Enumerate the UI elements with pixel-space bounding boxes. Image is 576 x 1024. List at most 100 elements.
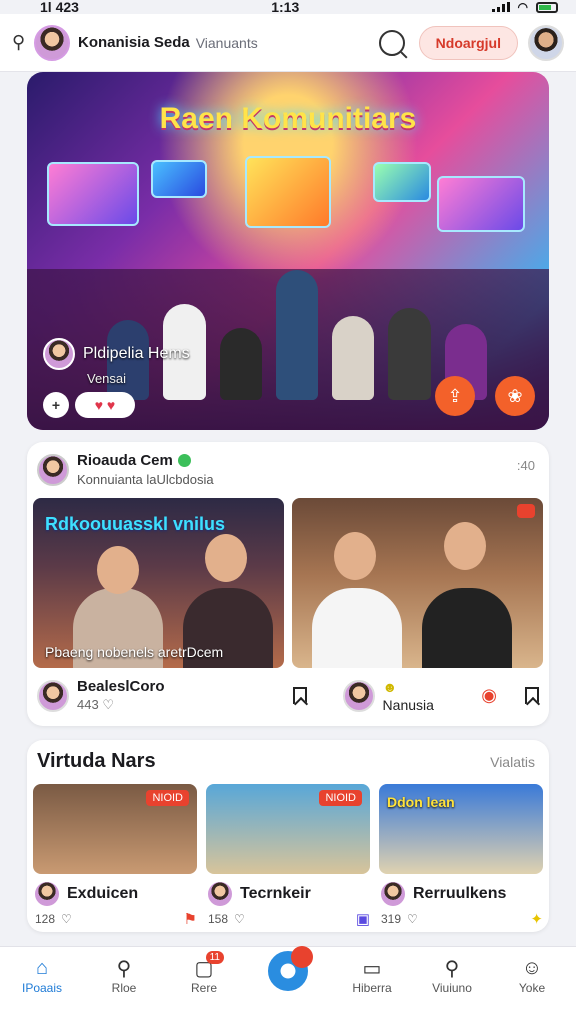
status-bar: 1l 423 1:13 ◠: [0, 0, 576, 15]
tile-image: NIOID: [206, 784, 370, 874]
user-avatar[interactable]: [37, 679, 69, 712]
system-icons: ◠: [491, 0, 558, 14]
tile-count: 158: [208, 912, 229, 926]
hero-title: Raen Komunitiars: [159, 102, 417, 135]
profile-icon: ☺: [521, 956, 543, 979]
flag-icon: ⚑: [183, 911, 197, 928]
pin-icon[interactable]: ⚲: [12, 32, 34, 53]
search-icon: ⚲: [116, 957, 132, 980]
sparkle-icon: ✦: [530, 911, 543, 928]
search-icon[interactable]: [378, 29, 405, 56]
bookmark-icon[interactable]: [525, 687, 539, 704]
event-tile[interactable]: NIOID Tecrnkeir 158 ♡ ▣: [206, 784, 370, 928]
tile-tag: NIOID: [319, 790, 362, 806]
bell-icon: ▢ 11: [172, 951, 236, 981]
app-header: ⚲ Konanisia Seda Vianuants Ndoargjul: [0, 14, 576, 72]
add-icon[interactable]: +: [43, 392, 69, 418]
tile-image: Ddon lean: [379, 784, 543, 874]
heart-icon[interactable]: ♡: [102, 697, 114, 712]
profile-sub: Vianuants: [195, 34, 258, 51]
group-icon[interactable]: ❀: [495, 376, 535, 416]
host-avatar: [43, 338, 75, 370]
heart-icon[interactable]: ♡: [61, 912, 72, 926]
share-icon[interactable]: ⇪: [435, 376, 475, 416]
tile-avatar: [33, 880, 61, 908]
nav-notifications[interactable]: ▢ 11 Rere: [172, 951, 236, 995]
post-photo-2[interactable]: [292, 498, 543, 668]
profile-name[interactable]: Konanisia Seda: [78, 34, 190, 51]
tile-name: Tecrnkeir: [240, 885, 311, 902]
profile-avatar[interactable]: [34, 24, 70, 61]
see-all-link[interactable]: Vialatis: [490, 754, 535, 770]
hero-screen-left: [47, 162, 139, 226]
bottom-nav: ⌂ IPoaais ⚲ Rloe ▢ 11 Rere ▭ Hiberra ⚲ Vi…: [0, 946, 576, 1024]
hero-screen-right: [437, 176, 525, 232]
explore-icon: ⚲: [444, 957, 460, 980]
author-sub: Konnuianta laUlcbdosia: [77, 472, 214, 487]
host-name: Pldipelia Hems: [83, 345, 190, 362]
verified-icon: [177, 454, 191, 467]
nav-search[interactable]: ⚲ Rloe: [92, 955, 156, 996]
section-heading: Virtuda Nars: [37, 750, 156, 772]
status-time: 1:13: [271, 0, 300, 15]
photo-person: [312, 588, 402, 668]
photo-overlay-text: Rdkoouuasskl vnilus: [45, 514, 226, 534]
tile-avatar: [206, 880, 234, 908]
hero-actions: + ♥ ♥: [43, 392, 135, 418]
signal-icon: [491, 2, 510, 12]
nav-chat[interactable]: ▭ Hiberra: [340, 955, 404, 996]
heart-icon[interactable]: ♡: [234, 912, 245, 926]
chat-icon: ▭: [362, 957, 382, 980]
footer-user-name[interactable]: BealeslCoro: [77, 678, 165, 695]
hero-banner[interactable]: Raen Komunitiars Pldipelia Hems Vensai +…: [27, 72, 549, 430]
create-button[interactable]: [268, 946, 313, 991]
nav-label: Rloe: [111, 981, 137, 995]
event-tile[interactable]: NIOID Exduicen 128 ♡ ⚑: [33, 784, 197, 928]
author-name: Rioauda Cem: [77, 452, 173, 469]
tile-label: Ddon lean: [387, 794, 455, 810]
header-cta-button[interactable]: Ndoargjul: [418, 25, 518, 60]
live-tag: [517, 504, 535, 518]
virtual-section: Virtuda Nars Vialatis NIOID Exduicen 128…: [27, 740, 549, 932]
event-tile[interactable]: Ddon lean Rerruulkens 319 ♡ ✦: [379, 784, 543, 928]
nav-explore[interactable]: ⚲ Viuiuno: [420, 955, 484, 996]
footer-user-name-2[interactable]: Nanusia: [383, 697, 434, 713]
heart-icon[interactable]: ♡: [407, 912, 418, 926]
create-badge: [291, 946, 313, 968]
tile-image: NIOID: [33, 784, 197, 874]
bookmark-icon[interactable]: [292, 687, 307, 704]
nav-label: Yoke: [518, 981, 546, 995]
status-time-left: 1l 423: [40, 0, 79, 15]
nav-home[interactable]: ⌂ IPoaais: [10, 955, 74, 996]
nav-label: Rere: [190, 981, 217, 995]
location-icon[interactable]: ◉: [481, 685, 497, 706]
post-photo-1[interactable]: Rdkoouuasskl vnilus Pbaeng nobenels aret…: [33, 498, 284, 668]
heart-icon[interactable]: ♥ ♥: [75, 392, 135, 418]
hero-screen-mid2: [373, 162, 431, 202]
photo-person-head: [205, 534, 247, 582]
photo-person-head: [334, 532, 376, 580]
photo-person: [422, 588, 512, 668]
hero-host[interactable]: Pldipelia Hems: [43, 338, 190, 370]
post-author[interactable]: Rioauda Cem Konnuianta laUlcbdosia: [37, 452, 214, 487]
tile-avatar: [379, 880, 407, 908]
wifi-icon: ◠: [517, 0, 528, 14]
author-avatar: [37, 453, 69, 486]
hero-screen-center: [245, 156, 331, 228]
nav-profile[interactable]: ☺ Yoke: [500, 955, 564, 996]
home-icon: ⌂: [35, 956, 49, 979]
photo-person-head: [97, 546, 139, 594]
gift-icon: ▣: [355, 911, 370, 928]
post-footer: BealeslCoro 443 ♡ ☻ Nanusia ◉: [37, 678, 539, 713]
post-time: :40: [516, 458, 535, 473]
nav-label: IPoaais: [21, 981, 63, 995]
feed-post: Rioauda Cem Konnuianta laUlcbdosia :40 R…: [27, 442, 549, 726]
host-sub: Vensai: [87, 371, 127, 386]
tile-name: Rerruulkens: [413, 885, 507, 902]
like-count: 443: [77, 697, 99, 712]
user-avatar[interactable]: [342, 679, 375, 712]
tile-name: Exduicen: [67, 885, 139, 902]
tile-count: 319: [381, 912, 402, 926]
user-avatar[interactable]: [528, 24, 564, 61]
battery-icon: [535, 1, 558, 13]
